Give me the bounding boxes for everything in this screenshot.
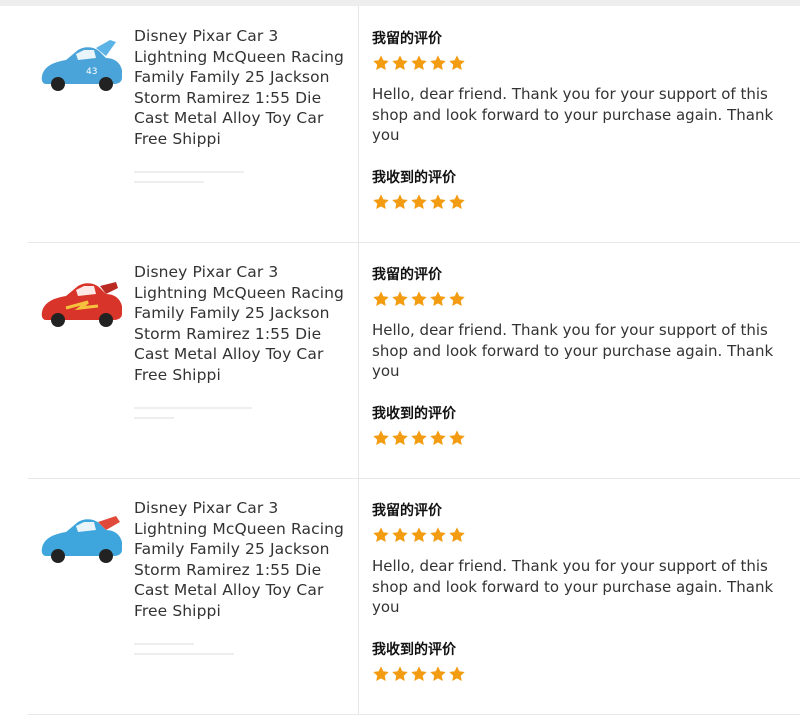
my-rating-stars xyxy=(372,54,466,74)
product-title[interactable]: Disney Pixar Car 3 Lightning McQueen Rac… xyxy=(134,262,352,385)
car-wheel xyxy=(51,77,65,91)
star-icon xyxy=(411,430,427,446)
star-icon xyxy=(449,666,465,682)
star-icon xyxy=(411,666,427,682)
received-review-label: 我收到的评价 xyxy=(372,170,456,186)
my-rating-stars xyxy=(372,290,466,310)
star-icon xyxy=(373,55,389,71)
car-wheel xyxy=(99,549,113,563)
star-icon xyxy=(373,527,389,543)
received-review-label: 我收到的评价 xyxy=(372,642,456,658)
star-icon xyxy=(392,666,408,682)
my-review-label: 我留的评价 xyxy=(372,503,442,519)
star-icon xyxy=(449,194,465,210)
star-icon xyxy=(430,55,446,71)
car-wheel xyxy=(51,313,65,327)
star-icon xyxy=(449,291,465,307)
car-wheel xyxy=(51,549,65,563)
product-cell: Disney Pixar Car 3 Lightning McQueen Rac… xyxy=(28,242,359,478)
star-icon xyxy=(449,55,465,71)
received-rating-stars xyxy=(372,665,466,685)
star-icon xyxy=(373,430,389,446)
product-cell: 43 Disney Pixar Car 3 Lightning McQueen … xyxy=(28,6,359,242)
review-cell: 我留的评价 Hello, dear friend. Thank you for … xyxy=(372,6,800,242)
my-review-label: 我留的评价 xyxy=(372,31,442,47)
faint-placeholder-lines xyxy=(134,171,254,195)
review-message: Hello, dear friend. Thank you for your s… xyxy=(372,85,774,144)
star-icon xyxy=(411,194,427,210)
star-icon xyxy=(430,527,446,543)
star-icon xyxy=(411,527,427,543)
my-rating-stars xyxy=(372,526,466,546)
product-cell: Disney Pixar Car 3 Lightning McQueen Rac… xyxy=(28,478,359,714)
star-icon xyxy=(373,291,389,307)
car-number: 43 xyxy=(86,67,97,77)
star-icon xyxy=(411,55,427,71)
car-wheel xyxy=(99,313,113,327)
faint-placeholder-lines xyxy=(134,643,254,667)
star-icon xyxy=(449,430,465,446)
faint-placeholder-lines xyxy=(134,407,254,431)
car-wheel xyxy=(99,77,113,91)
star-icon xyxy=(392,291,408,307)
star-icon xyxy=(392,194,408,210)
product-thumbnail[interactable] xyxy=(36,502,126,572)
product-title[interactable]: Disney Pixar Car 3 Lightning McQueen Rac… xyxy=(134,26,352,149)
product-thumbnail[interactable]: 43 xyxy=(36,30,126,100)
star-icon xyxy=(373,666,389,682)
feedback-row: 43 Disney Pixar Car 3 Lightning McQueen … xyxy=(28,6,800,243)
star-icon xyxy=(373,194,389,210)
star-icon xyxy=(449,527,465,543)
review-cell: 我留的评价 Hello, dear friend. Thank you for … xyxy=(372,478,800,714)
star-icon xyxy=(430,666,446,682)
star-icon xyxy=(430,291,446,307)
star-icon xyxy=(411,291,427,307)
received-rating-stars xyxy=(372,193,466,213)
star-icon xyxy=(430,430,446,446)
review-message: Hello, dear friend. Thank you for your s… xyxy=(372,557,774,616)
feedback-row: Disney Pixar Car 3 Lightning McQueen Rac… xyxy=(28,242,800,479)
star-icon xyxy=(392,55,408,71)
product-title[interactable]: Disney Pixar Car 3 Lightning McQueen Rac… xyxy=(134,498,352,621)
star-icon xyxy=(392,527,408,543)
review-cell: 我留的评价 Hello, dear friend. Thank you for … xyxy=(372,242,800,478)
star-icon xyxy=(430,194,446,210)
star-icon xyxy=(392,430,408,446)
feedback-row: Disney Pixar Car 3 Lightning McQueen Rac… xyxy=(28,478,800,715)
received-review-label: 我收到的评价 xyxy=(372,406,456,422)
my-review-label: 我留的评价 xyxy=(372,267,442,283)
product-thumbnail[interactable] xyxy=(36,266,126,336)
feedback-list: 43 Disney Pixar Car 3 Lightning McQueen … xyxy=(28,6,800,716)
received-rating-stars xyxy=(372,429,466,449)
review-message: Hello, dear friend. Thank you for your s… xyxy=(372,321,774,380)
